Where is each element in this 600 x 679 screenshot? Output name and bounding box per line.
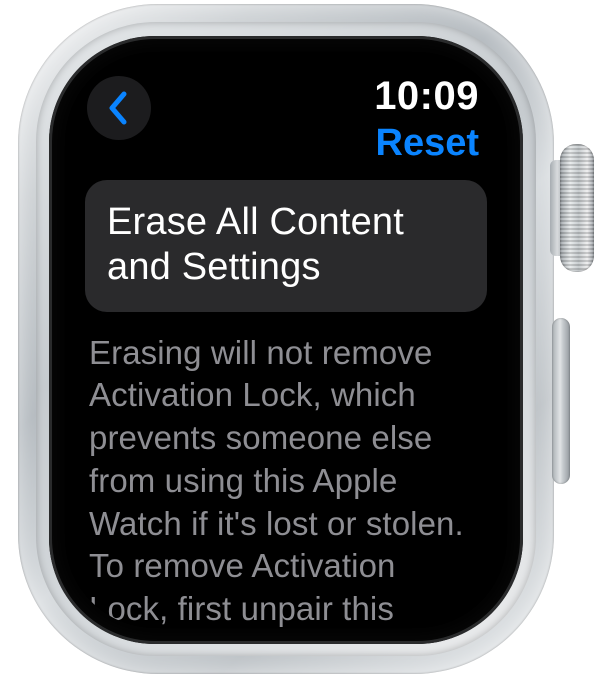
page-title: Reset xyxy=(376,122,480,165)
erase-all-label: Erase All Content and Settings xyxy=(107,200,465,290)
erase-description: Erasing will not remove Ac­tivation Lock… xyxy=(85,332,487,628)
status-time: 10:09 xyxy=(374,74,479,119)
digital-crown[interactable] xyxy=(560,144,594,272)
header: 10:09 Reset xyxy=(65,66,507,170)
back-button[interactable] xyxy=(87,76,151,140)
watch-screen: 10:09 Reset Erase All Content and Settin… xyxy=(65,52,507,628)
erase-all-button[interactable]: Erase All Content and Settings xyxy=(85,180,487,312)
chevron-left-icon xyxy=(104,91,134,125)
side-button[interactable] xyxy=(552,318,570,484)
watch-frame: 10:09 Reset Erase All Content and Settin… xyxy=(0,0,600,679)
content-area: Erase All Content and Settings Erasing w… xyxy=(85,180,487,628)
